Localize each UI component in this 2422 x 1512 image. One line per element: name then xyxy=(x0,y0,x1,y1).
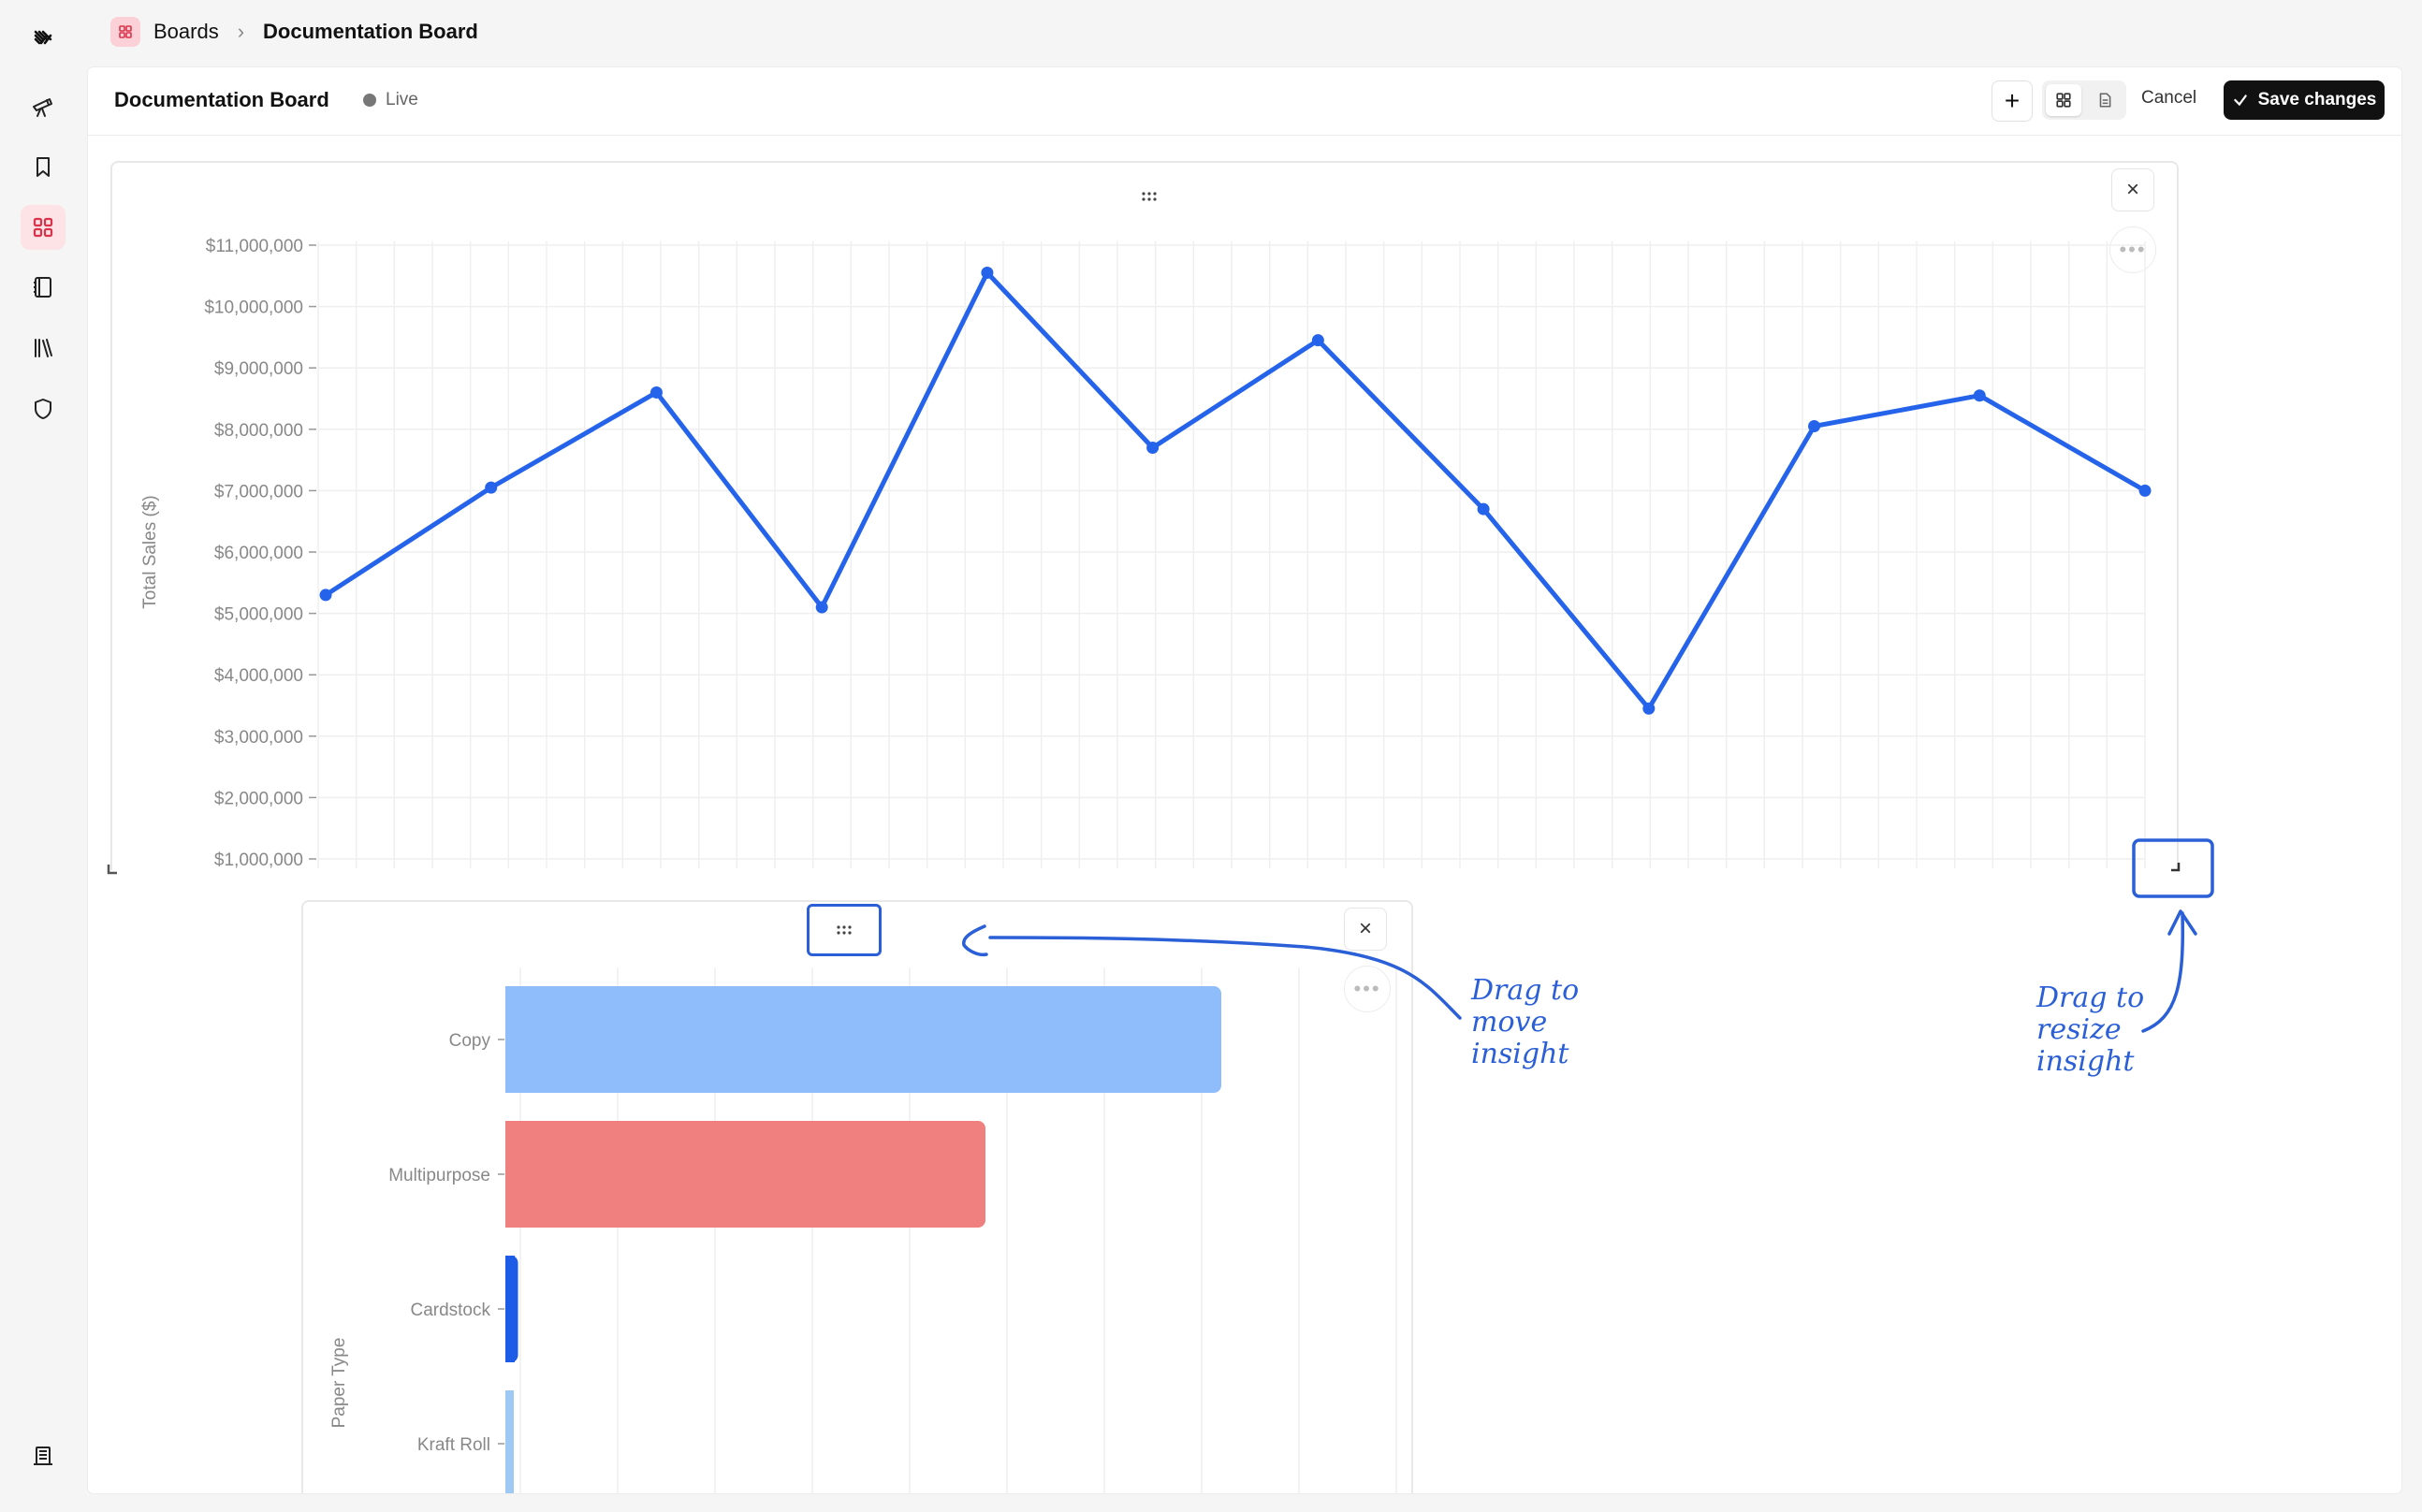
logo-icon[interactable] xyxy=(21,15,66,60)
data-point xyxy=(2138,484,2152,497)
bar-base xyxy=(505,1256,515,1362)
y-axis-label: Total Sales ($) xyxy=(140,495,160,608)
data-point xyxy=(1642,702,1656,715)
y-tick-label: $5,000,000 xyxy=(214,605,303,625)
grid-view-svg xyxy=(2056,93,2071,108)
line-chart: $1,000,000 $2,000,000 $3,000,000 $4,000,000… xyxy=(140,237,2152,870)
data-point xyxy=(1477,502,1490,516)
bookmark-icon[interactable] xyxy=(21,144,66,189)
check-icon xyxy=(2233,94,2247,107)
data-point xyxy=(1311,334,1324,347)
data-point xyxy=(649,385,663,399)
data-point xyxy=(981,267,994,280)
cancel-button[interactable]: Cancel xyxy=(2141,88,2196,109)
data-point xyxy=(319,589,332,602)
y-tick-label: $8,000,000 xyxy=(214,421,303,441)
y-tick-label: $4,000,000 xyxy=(214,666,303,686)
notebook-icon[interactable] xyxy=(21,265,66,310)
bar-insight-card: × ••• Copy Multipurpose Cardstock Kraft Rol… xyxy=(301,900,1413,1493)
category-label: Cardstock xyxy=(410,1301,490,1320)
bookmark-icon-svg xyxy=(36,157,50,177)
status-badge: Live xyxy=(363,90,418,110)
breadcrumb-current: Documentation Board xyxy=(263,20,478,43)
resize-arrow xyxy=(2141,911,2185,1033)
category-label: Copy xyxy=(449,1031,491,1051)
bar-base xyxy=(505,1390,514,1493)
data-point xyxy=(1973,389,1986,402)
y-axis-label: Paper Type xyxy=(329,1338,349,1429)
y-tick-label: $6,000,000 xyxy=(214,544,303,563)
breadcrumb: Boards › Documentation Board xyxy=(110,11,478,52)
y-tick-label: $11,000,000 xyxy=(206,237,303,256)
board-panel: Documentation Board Live + Cancel Save c… xyxy=(88,67,2401,1493)
category-label: Kraft Roll xyxy=(417,1435,490,1455)
status-dot xyxy=(363,94,376,107)
y-tick-label: $1,000,000 xyxy=(214,850,303,870)
shield-icon[interactable] xyxy=(21,386,66,431)
notebook-icon-svg xyxy=(34,277,51,298)
y-tick-label: $3,000,000 xyxy=(214,728,303,748)
document-view-svg xyxy=(2099,93,2111,108)
y-tick-label: $7,000,000 xyxy=(214,482,303,502)
save-button-label: Save changes xyxy=(2257,90,2377,109)
chevron-right-icon: › xyxy=(237,20,245,43)
category-label: Multipurpose xyxy=(388,1166,490,1185)
add-insight-button[interactable]: + xyxy=(1992,80,2033,122)
library-icon[interactable] xyxy=(21,326,66,371)
library-icon-svg xyxy=(35,339,52,357)
boards-chip-svg xyxy=(119,25,132,38)
view-toggle xyxy=(2042,80,2126,120)
move-annotation-text: Drag to move insight xyxy=(1471,974,1580,1070)
data-point xyxy=(815,601,828,614)
resize-corner-left-icon[interactable] xyxy=(107,863,120,876)
building-icon[interactable] xyxy=(21,1433,66,1478)
boards-grid-icon[interactable] xyxy=(21,205,66,250)
shield-icon-svg xyxy=(35,399,51,419)
left-sidebar xyxy=(0,0,86,1512)
boards-icon xyxy=(110,17,140,47)
logo-icon-svg xyxy=(34,30,52,45)
y-tick-label: $10,000,000 xyxy=(204,298,303,318)
telescope-icon-svg xyxy=(33,98,52,117)
status-label: Live xyxy=(386,90,418,109)
data-point xyxy=(1146,441,1160,454)
data-point xyxy=(485,481,498,494)
telescope-icon[interactable] xyxy=(21,83,66,128)
bar xyxy=(505,986,1221,1093)
data-point xyxy=(1808,420,1821,433)
bar-chart: Copy Multipurpose Cardstock Kraft Roll Paper… xyxy=(329,967,1397,1493)
breadcrumb-boards-link[interactable]: Boards xyxy=(153,20,219,44)
bar-base xyxy=(505,986,515,1093)
resize-annotation-text: Drag to resize insight xyxy=(2036,981,2145,1078)
y-tick-label: $2,000,000 xyxy=(214,789,303,808)
resize-arrow-head xyxy=(2167,909,2197,936)
document-view-icon[interactable] xyxy=(2087,84,2123,116)
grid-icon-svg xyxy=(33,217,53,238)
bar-base xyxy=(505,1121,515,1228)
board-toolbar: Documentation Board Live + Cancel Save c… xyxy=(88,67,2401,136)
board-title: Documentation Board xyxy=(114,88,329,111)
save-button[interactable]: Save changes xyxy=(2224,80,2385,120)
grid-view-icon[interactable] xyxy=(2046,84,2081,116)
building-icon-svg xyxy=(34,1447,52,1465)
line-insight-card: × ••• $1,000,000 $2,000,000 $3,000,000 $4,0… xyxy=(110,161,2179,870)
bar xyxy=(505,1121,985,1228)
y-tick-label: $9,000,000 xyxy=(214,359,303,379)
scrollbar[interactable] xyxy=(2375,135,2383,1192)
